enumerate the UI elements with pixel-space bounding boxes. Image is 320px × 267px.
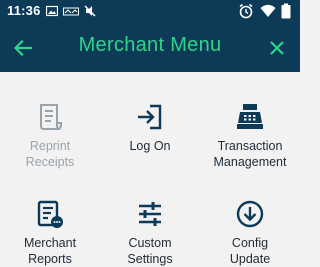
report-icon [37,200,63,228]
wifi-icon [260,4,276,17]
menu-item-merchant-reports[interactable]: Merchant Reports [0,199,100,267]
status-right-icons [224,3,294,19]
no-sound-icon [84,5,96,17]
image-icon [46,5,58,17]
page-title: Merchant Menu [78,34,222,56]
sliders-icon [139,202,161,226]
status-time: 11:36 [7,3,41,18]
login-icon [138,104,162,130]
menu-item-label: Transaction Management [213,139,287,169]
status-bar: 11:36 [0,0,300,22]
menu-item-config-update[interactable]: Config Update [200,199,300,267]
alarm-icon [239,3,253,19]
close-icon[interactable] [268,39,286,57]
menu-item-label: Custom Settings [127,236,173,266]
menu-item-custom-settings[interactable]: Custom Settings [100,199,200,267]
menu-item-transaction-management[interactable]: Transaction Management [200,102,300,170]
cast-icon [63,7,79,16]
menu-item-label: Merchant Reports [23,236,77,266]
menu-item-reprint-receipts[interactable]: Reprint Receipts [0,102,100,170]
battery-icon [281,3,291,19]
receipt-icon [40,104,62,130]
menu-item-label: Reprint Receipts [25,139,75,169]
cash-register-icon [237,104,263,129]
menu-item-label: Log On [129,139,171,153]
app-bar: Merchant Menu [0,22,300,72]
menu-item-label: Config Update [229,236,271,266]
menu-item-log-on[interactable]: Log On [100,102,200,154]
menu-grid: Reprint Receipts Log On Transaction Mana… [0,72,300,267]
download-circle-icon [236,200,264,228]
